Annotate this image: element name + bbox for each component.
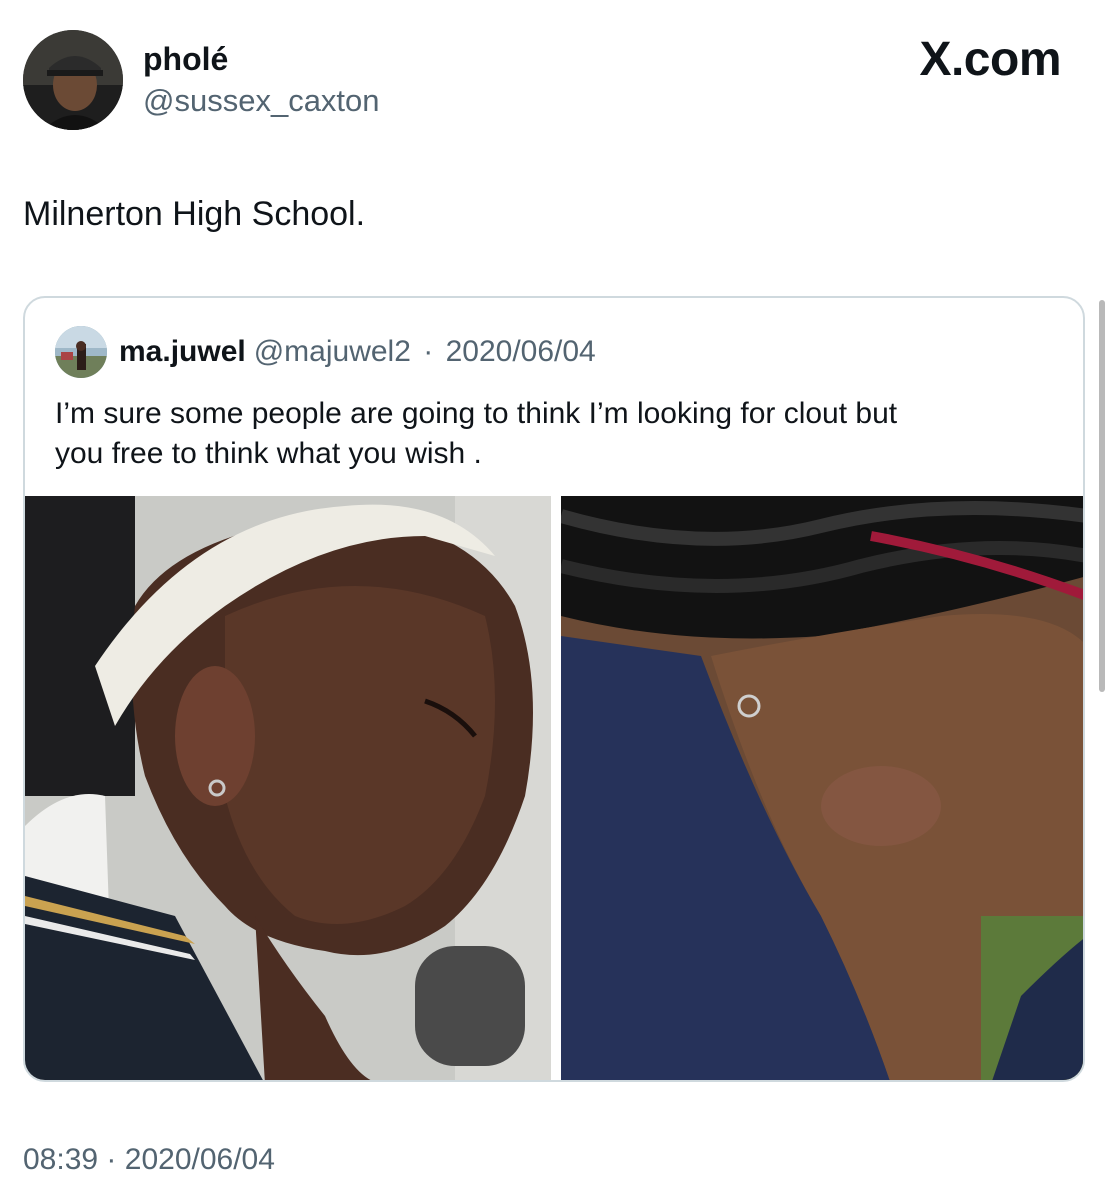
tweet-text: Milnerton High School. [23, 195, 366, 233]
profile-photo-icon [23, 30, 123, 130]
separator-dot: · [106, 1143, 117, 1176]
quoted-tweet-text-line: I’m sure some people are going to think … [55, 397, 898, 430]
tweet-time: 08:39 [23, 1143, 99, 1176]
tweet-timestamp[interactable]: 08:39 · 2020/06/04 [23, 1142, 275, 1178]
quoted-tweet-text-line: you free to think what you wish . [55, 437, 482, 470]
author-display-name[interactable]: pholé [143, 40, 228, 78]
quoted-author-handle[interactable]: @majuwel2 [254, 335, 411, 368]
photo-left [25, 496, 551, 1080]
quoted-tweet-media [25, 496, 1083, 1080]
quoted-tweet-date[interactable]: 2020/06/04 [446, 335, 596, 368]
quoted-author-avatar[interactable] [55, 326, 107, 378]
quoted-tweet-header: ma.juwel @majuwel2 · 2020/06/04 [119, 334, 596, 370]
photo-right [561, 496, 1083, 1080]
separator-dot: · [423, 335, 434, 368]
author-avatar[interactable] [23, 30, 123, 130]
profile-photo-icon [55, 326, 107, 378]
quoted-author-display-name[interactable]: ma.juwel [119, 335, 246, 368]
scrollbar[interactable] [1099, 300, 1105, 692]
author-handle[interactable]: @sussex_caxton [143, 82, 380, 120]
tweet-date: 2020/06/04 [124, 1143, 275, 1176]
tweet-view: pholé @sussex_caxton X.com Milnerton Hig… [0, 0, 1111, 1200]
quoted-tweet-text: I’m sure some people are going to think … [55, 394, 1055, 474]
media-photo[interactable] [25, 496, 551, 1080]
brand-logo: X.com [919, 33, 1061, 86]
quoted-tweet-card[interactable]: ma.juwel @majuwel2 · 2020/06/04 I’m sure … [23, 296, 1085, 1082]
media-photo[interactable] [561, 496, 1083, 1080]
